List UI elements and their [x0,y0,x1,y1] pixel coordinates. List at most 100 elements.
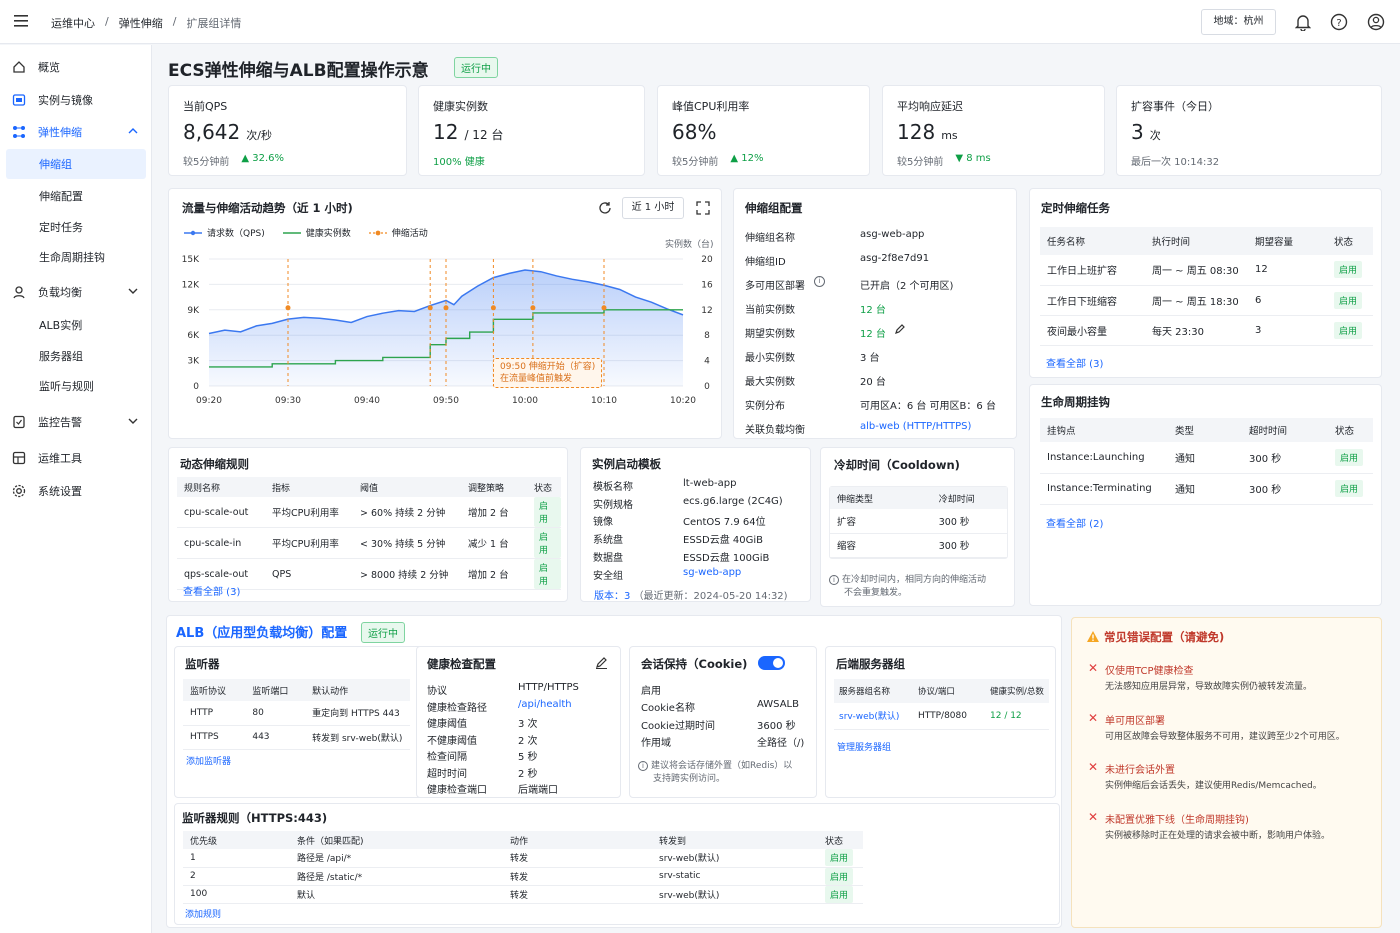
region-selector[interactable]: 地域：杭州 [1201,9,1276,35]
cell-text: 2 [190,871,196,881]
table-cell: 重定向到 HTTPS 443 [305,701,410,725]
breadcrumb-separator: / [172,15,177,28]
table-row[interactable]: 工作日上班扩容 周一 ~ 周五 08:30 12 启用 [1040,255,1373,285]
y-tick-label: 3K [187,357,200,367]
health-check-title: 健康检查配置 [427,657,496,671]
kv-key: 健康检查路径 [427,702,487,714]
table-row[interactable]: HTTPS 443 转发到 srv-web(默认) [183,725,410,749]
sidebar-item-scaling-config[interactable]: 伸缩配置 [6,181,146,211]
add-rule-link[interactable]: 添加规则 [185,907,221,920]
status-badge: 启用 [534,497,561,527]
sidebar-item-alb-instances[interactable]: ALB实例 [6,310,146,340]
sidebar-item-load-balancing[interactable]: 负载均衡 [6,277,146,307]
sidebar-item-overview[interactable]: 概览 [6,52,146,82]
sidebar-item-label: 弹性伸缩 [38,126,82,139]
table-row[interactable]: Instance:Terminating 通知 300 秒 启用 [1040,473,1373,504]
kpi-value: 12 [433,120,459,144]
sidebar-item-listeners-rules[interactable]: 监听与规则 [6,371,146,401]
cell-text: qps-scale-out [184,568,249,580]
user-avatar-icon[interactable] [1367,13,1385,34]
sidebar-item-server-groups[interactable]: 服务器组 [6,341,146,371]
kpi-card: 峰值CPU利用率 68% 较5分钟前 ▲ 12% [657,85,870,176]
view-all-lifecycle-link[interactable]: 查看全部 (2) [1046,515,1103,530]
sidebar-item-instances[interactable]: 实例与镜像 [6,85,146,115]
sidebar-item-autoscaling[interactable]: 弹性伸缩 [6,117,146,147]
legend-item-instances: 健康实例数 [282,229,351,239]
breadcrumb-item[interactable]: 运维中心 [51,15,95,31]
table-row[interactable]: 缩容 300 秒 [830,533,1007,557]
kv-key: 安全组 [593,570,623,582]
kv-value: lt-web-app [683,478,737,489]
table-cell: 转发到 srv-web(默认) [305,725,410,749]
traffic-chart-card: 流量与伸缩活动趋势（近 1 小时) 近 1 小时 请求数（QPS) 健康实例数 … [168,188,722,439]
help-icon[interactable]: ? [1330,13,1348,34]
time-range-select[interactable]: 近 1 小时 [622,197,684,219]
refresh-icon[interactable] [598,201,612,218]
cell-text: 路径是 /api/* [297,854,352,865]
error-item-title: 未进行会话外置 [1105,765,1175,776]
kv-key: 检查间隔 [427,752,467,763]
table-cell: 转发 [503,867,652,885]
x-tick-label: 10:20 [670,396,696,406]
kv-key: 实例规格 [593,499,633,511]
table-row[interactable]: srv-web(默认) HTTP/8080 12 / 12 [834,703,1049,729]
scaling-event-point [285,305,291,311]
table-row[interactable]: 1 路径是 /api/* 转发 srv-web(默认) 启用 [183,849,863,867]
listener-rules-card: 监听器规则（HTTPS:443) 优先级 条件（如果匹配) 动作 转发到 状态 1 路径是 … [174,803,1060,925]
table-row[interactable]: cpu-scale-out 平均CPU利用率 > 60% 持续 2 分钟 增加 2 台… [177,497,561,528]
table-row[interactable]: cpu-scale-in 平均CPU利用率 < 30% 持续 5 分钟 减少 1 台 启… [177,528,561,559]
breadcrumb-item[interactable]: 弹性伸缩 [119,15,163,31]
table-cell: 443 [245,725,305,749]
edit-icon[interactable] [595,656,608,672]
view-all-rules-link[interactable]: 查看全部 (3) [183,583,240,598]
sidebar-item-scaling-group[interactable]: 伸缩组 [6,149,146,179]
table-cell: Instance:Terminating [1040,473,1168,504]
data-table: 优先级 条件（如果匹配) 动作 转发到 状态 1 路径是 /api/* 转发 srv-web(默… [183,831,863,904]
sidebar-item-lifecycle-hooks[interactable]: 生命周期挂钩 [6,242,146,272]
edit-icon[interactable] [894,323,906,338]
alb-config-card: ALB（应用型负载均衡）配置 运行中 监听器 监听协议 监听端口 默认动作 HTTP 8… [166,615,1062,928]
info-icon[interactable]: i [814,276,825,287]
table-row[interactable]: HTTP 80 重定向到 HTTPS 443 [183,701,410,725]
kv-value: AWSALB [757,699,799,711]
table-row[interactable]: 2 路径是 /static/* 转发 srv-static 启用 [183,867,863,885]
add-listener-link[interactable]: 添加监听器 [186,754,231,767]
session-toggle[interactable] [758,656,785,670]
kv-key: Cookie名称 [641,703,695,715]
bell-icon[interactable] [1294,13,1312,34]
cell-text: 转发 [510,854,529,865]
table-row[interactable]: 100 默认 转发 srv-web(默认) 启用 [183,885,863,903]
cell-text: HTTP [190,707,214,718]
common-errors-card: 常见错误配置（请避免) ✕ 仅使用TCP健康检查 无法感知应用层异常，导致故障实例仍… [1071,617,1382,928]
sidebar-item-ops-tools[interactable]: 运维工具 [6,443,146,473]
table-row[interactable]: 扩容 300 秒 [830,509,1007,533]
table-cell: 转发 [503,849,652,867]
monitor-icon [12,415,26,429]
menu-icon[interactable] [14,15,28,27]
kpi-sub: 较5分钟前 [897,157,944,168]
sidebar-item-scheduled-tasks[interactable]: 定时任务 [6,212,146,242]
cell-text: 增加 2 台 [468,508,509,519]
cell-text: HTTP/8080 [918,710,967,721]
kpi-card: 健康实例数 12 / 12 台 100% 健康 [418,85,645,176]
table-cell: 启用 [527,559,561,590]
cell-text: 6 [1255,294,1262,306]
table-row[interactable]: 夜间最小容量 每天 23:30 3 启用 [1040,315,1373,345]
kpi-value: 68% [672,120,717,144]
kpi-value-row: 12 / 12 台 [433,120,503,144]
view-all-scheduled-link[interactable]: 查看全部 (3) [1046,355,1103,370]
fullscreen-icon[interactable] [696,201,710,218]
kv-value: 可用区A：6 台 可用区B：6 台 [860,401,996,412]
sidebar-item-settings[interactable]: 系统设置 [6,476,146,506]
table-cell: 启用 [1327,285,1373,315]
manage-server-group-link[interactable]: 管理服务器组 [837,740,891,753]
table-row[interactable]: 工作日下班缩容 周一 ~ 周五 18:30 6 启用 [1040,285,1373,315]
template-version-link[interactable]: 版本：3 [594,591,630,602]
cell-text: 转发 [510,890,529,901]
table-row[interactable]: Instance:Launching 通知 300 秒 启用 [1040,442,1373,473]
kpi-card: 扩容事件（今日） 3 次最后一次 10:14:32 [1116,85,1382,176]
sidebar-item-monitoring[interactable]: 监控告警 [6,407,146,437]
column-header: 健康实例/总数 [985,679,1049,703]
cell-text: 路径是 /static/* [297,872,363,883]
listener-rules-title: 监听器规则（HTTPS:443) [182,811,328,825]
